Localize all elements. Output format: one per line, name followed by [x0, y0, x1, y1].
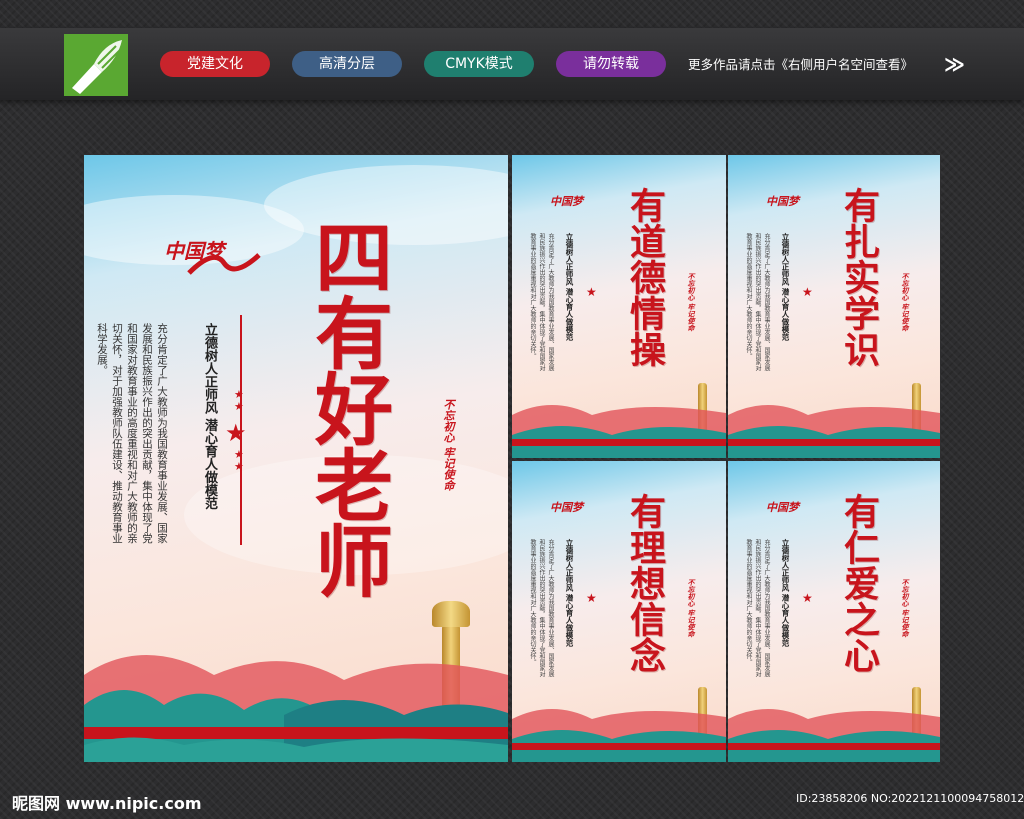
- main-title: 四有好老师: [302, 217, 393, 597]
- wave-decoration: [728, 405, 940, 458]
- dream-mark: 中国梦: [766, 501, 799, 514]
- small-poster-1: 中国梦 立德树人正师风 潜心育人做模范 充分肯定了广大教师为我国教育事业发展、国…: [512, 155, 726, 458]
- tag-no-repost[interactable]: 请勿转载: [556, 51, 666, 77]
- body-text: 充分肯定了广大教师为我国教育事业发展、国家发展和民族振兴作出的突出贡献，集中体现…: [745, 539, 770, 677]
- tag-hd-layers[interactable]: 高清分层: [292, 51, 402, 77]
- stamp: 不忘初心 牢记使命: [901, 579, 909, 638]
- small-poster-2: 中国梦 立德树人正师风 潜心育人做模范 充分肯定了广大教师为我国教育事业发展、国…: [728, 155, 940, 458]
- body-text: 充分肯定了广大教师为我国教育事业发展、国家发展和民族振兴作出的突出贡献，集中体现…: [529, 539, 554, 677]
- tag-cmyk-mode[interactable]: CMYK模式: [424, 51, 534, 77]
- main-body-text: 充分肯定了广大教师为我国教育事业发展、国家发展和民族振兴作出的突出贡献，集中体现…: [96, 323, 168, 544]
- site-watermark: 昵图网 www.nipic.com: [12, 794, 202, 813]
- body-text: 充分肯定了广大教师为我国教育事业发展、国家发展和民族振兴作出的突出贡献，集中体现…: [529, 233, 554, 371]
- slogan: 立德树人正师风 潜心育人做模范: [781, 233, 790, 341]
- site-logo[interactable]: [64, 34, 128, 96]
- star-icon: ★: [802, 285, 813, 299]
- dream-mark: 中国梦: [550, 501, 583, 514]
- body-text: 充分肯定了广大教师为我国教育事业发展、国家发展和民族振兴作出的突出贡献，集中体现…: [745, 233, 770, 371]
- big-star-icon: ★: [225, 419, 247, 447]
- huabiao-cap: [432, 601, 470, 627]
- star-icon: ★: [586, 591, 597, 605]
- stamp: 不忘初心 牢记使命: [901, 273, 909, 332]
- small-poster-3: 中国梦 立德树人正师风 潜心育人做模范 充分肯定了广大教师为我国教育事业发展、国…: [512, 461, 726, 762]
- double-arrow-icon[interactable]: ≫: [944, 52, 965, 76]
- dream-mark: 中国梦: [550, 195, 583, 208]
- slogan: 立德树人正师风 潜心育人做模范: [565, 539, 574, 647]
- pen-nib-icon: [72, 40, 122, 94]
- poster-title: 有仁爱之心: [838, 493, 880, 673]
- stamp: 不忘初心 牢记使命: [687, 273, 695, 332]
- main-poster: 中国梦 立德树人正师风 潜心育人做模范 ★ ★ ★ ★ ★ 充分肯定了广大教师为我国…: [84, 155, 508, 762]
- slogan: 立德树人正师风 潜心育人做模范: [565, 233, 574, 341]
- wave-decoration: [728, 709, 940, 762]
- small-poster-4: 中国梦 立德树人正师风 潜心育人做模范 充分肯定了广大教师为我国教育事业发展、国…: [728, 461, 940, 762]
- poster-title: 有理想信念: [624, 493, 666, 673]
- wave-decoration: [84, 655, 508, 762]
- main-slogan: 立德树人正师风 潜心育人做模范: [202, 323, 217, 510]
- main-stamp: 不忘初心 牢记使命: [442, 399, 455, 491]
- tag-party-culture[interactable]: 党建文化: [160, 51, 270, 77]
- slogan: 立德树人正师风 潜心育人做模范: [781, 539, 790, 647]
- more-works-note[interactable]: 更多作品请点击《右侧用户名空间查看》: [688, 54, 913, 73]
- star-icon: ★: [586, 285, 597, 299]
- star-icon: ★: [802, 591, 813, 605]
- dream-brush-icon: [187, 253, 261, 275]
- stars-icon: ★ ★: [234, 388, 244, 413]
- wave-decoration: [512, 405, 726, 458]
- poster-title: 有道德情操: [624, 187, 666, 367]
- wave-decoration: [512, 709, 726, 762]
- stamp: 不忘初心 牢记使命: [687, 579, 695, 638]
- poster-title: 有扎实学识: [838, 187, 880, 367]
- stars-icon-lower: ★ ★: [234, 448, 244, 473]
- image-id: ID:23858206 NO:20221211000947580125: [796, 792, 1024, 805]
- dream-mark: 中国梦: [766, 195, 799, 208]
